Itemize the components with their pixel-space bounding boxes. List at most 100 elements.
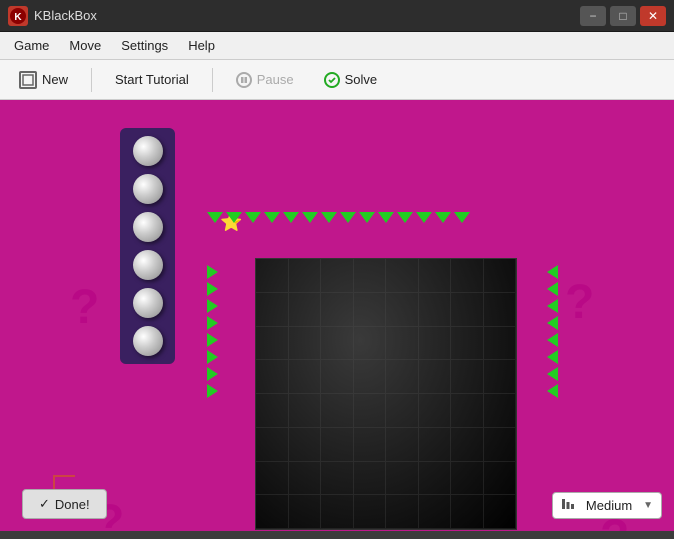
- arrow-left-7[interactable]: [207, 367, 218, 381]
- solve-button[interactable]: Solve: [313, 67, 389, 93]
- grid-cell[interactable]: [419, 259, 452, 293]
- arrow-left-1[interactable]: [207, 265, 218, 279]
- grid-cell[interactable]: [289, 293, 322, 327]
- grid-cell[interactable]: [354, 360, 387, 394]
- grid-cell[interactable]: [419, 394, 452, 428]
- arrow-right-7[interactable]: [547, 367, 558, 381]
- close-button[interactable]: ✕: [640, 6, 666, 26]
- grid-cell[interactable]: [354, 293, 387, 327]
- grid-cell[interactable]: [289, 495, 322, 529]
- arrow-top-1[interactable]: [207, 212, 223, 223]
- arrow-right-1[interactable]: [547, 265, 558, 279]
- grid-cell[interactable]: [289, 360, 322, 394]
- arrow-top-4[interactable]: [264, 212, 280, 223]
- grid-cell[interactable]: [321, 293, 354, 327]
- arrow-top-6[interactable]: [302, 212, 318, 223]
- grid-cell[interactable]: [451, 428, 484, 462]
- menu-move[interactable]: Move: [59, 36, 111, 55]
- grid-cell[interactable]: [354, 428, 387, 462]
- grid-cell[interactable]: [321, 428, 354, 462]
- grid-cell[interactable]: [419, 428, 452, 462]
- black-box[interactable]: [255, 258, 517, 530]
- grid-cell[interactable]: [256, 360, 289, 394]
- grid-cell[interactable]: [354, 495, 387, 529]
- arrow-right-5[interactable]: [547, 333, 558, 347]
- arrow-right-6[interactable]: [547, 350, 558, 364]
- arrow-right-4[interactable]: [547, 316, 558, 330]
- arrow-top-13[interactable]: [435, 212, 451, 223]
- grid-cell[interactable]: [289, 428, 322, 462]
- grid-cell[interactable]: [419, 360, 452, 394]
- grid-cell[interactable]: [451, 360, 484, 394]
- grid-cell[interactable]: [419, 327, 452, 361]
- arrow-left-3[interactable]: [207, 299, 218, 313]
- maximize-button[interactable]: □: [610, 6, 636, 26]
- grid-cell[interactable]: [484, 462, 517, 496]
- grid-cell[interactable]: [386, 360, 419, 394]
- grid-cell[interactable]: [256, 327, 289, 361]
- grid-cell[interactable]: [321, 495, 354, 529]
- grid-cell[interactable]: [289, 259, 322, 293]
- arrow-top-11[interactable]: [397, 212, 413, 223]
- grid-cell[interactable]: [451, 495, 484, 529]
- grid-cell[interactable]: [451, 327, 484, 361]
- grid-cell[interactable]: [419, 293, 452, 327]
- grid-cell[interactable]: [484, 360, 517, 394]
- arrow-top-7[interactable]: [321, 212, 337, 223]
- grid-cell[interactable]: [419, 495, 452, 529]
- menu-help[interactable]: Help: [178, 36, 225, 55]
- grid-cell[interactable]: [354, 259, 387, 293]
- grid-cell[interactable]: [484, 428, 517, 462]
- arrow-left-4[interactable]: [207, 316, 218, 330]
- arrow-right-2[interactable]: [547, 282, 558, 296]
- grid-cell[interactable]: [386, 495, 419, 529]
- grid-cell[interactable]: [321, 360, 354, 394]
- grid-cell[interactable]: [354, 462, 387, 496]
- grid-cell[interactable]: [256, 495, 289, 529]
- arrow-right-8[interactable]: [547, 384, 558, 398]
- arrow-top-9[interactable]: [359, 212, 375, 223]
- arrow-top-14[interactable]: [454, 212, 470, 223]
- arrow-right-3[interactable]: [547, 299, 558, 313]
- grid-cell[interactable]: [256, 428, 289, 462]
- grid-cell[interactable]: [354, 394, 387, 428]
- start-tutorial-button[interactable]: Start Tutorial: [104, 67, 200, 92]
- grid-cell[interactable]: [256, 394, 289, 428]
- minimize-button[interactable]: −: [580, 6, 606, 26]
- grid-cell[interactable]: [321, 462, 354, 496]
- grid-cell[interactable]: [484, 327, 517, 361]
- done-button[interactable]: ✓ Done!: [22, 489, 107, 519]
- grid-cell[interactable]: [289, 327, 322, 361]
- grid-cell[interactable]: [386, 462, 419, 496]
- grid-cell[interactable]: [484, 259, 517, 293]
- grid-cell[interactable]: [354, 327, 387, 361]
- difficulty-dropdown[interactable]: Medium ▼: [552, 492, 662, 519]
- arrow-left-6[interactable]: [207, 350, 218, 364]
- grid-cell[interactable]: [451, 259, 484, 293]
- grid-cell[interactable]: [484, 293, 517, 327]
- grid-cell[interactable]: [484, 394, 517, 428]
- pause-button[interactable]: Pause: [225, 67, 305, 93]
- grid-cell[interactable]: [451, 394, 484, 428]
- arrow-top-3[interactable]: [245, 212, 261, 223]
- grid-cell[interactable]: [321, 327, 354, 361]
- grid-cell[interactable]: [289, 394, 322, 428]
- grid-cell[interactable]: [386, 327, 419, 361]
- grid-cell[interactable]: [386, 293, 419, 327]
- arrow-top-2[interactable]: [226, 212, 242, 223]
- new-button[interactable]: New: [8, 66, 79, 94]
- arrow-left-2[interactable]: [207, 282, 218, 296]
- grid-cell[interactable]: [321, 394, 354, 428]
- grid-cell[interactable]: [256, 462, 289, 496]
- grid-cell[interactable]: [256, 259, 289, 293]
- grid-cell[interactable]: [386, 428, 419, 462]
- grid-cell[interactable]: [484, 495, 517, 529]
- arrow-top-8[interactable]: [340, 212, 356, 223]
- grid-cell[interactable]: [289, 462, 322, 496]
- grid-cell[interactable]: [321, 259, 354, 293]
- arrow-top-10[interactable]: [378, 212, 394, 223]
- grid-cell[interactable]: [386, 259, 419, 293]
- menu-settings[interactable]: Settings: [111, 36, 178, 55]
- menu-game[interactable]: Game: [4, 36, 59, 55]
- grid-cell[interactable]: [256, 293, 289, 327]
